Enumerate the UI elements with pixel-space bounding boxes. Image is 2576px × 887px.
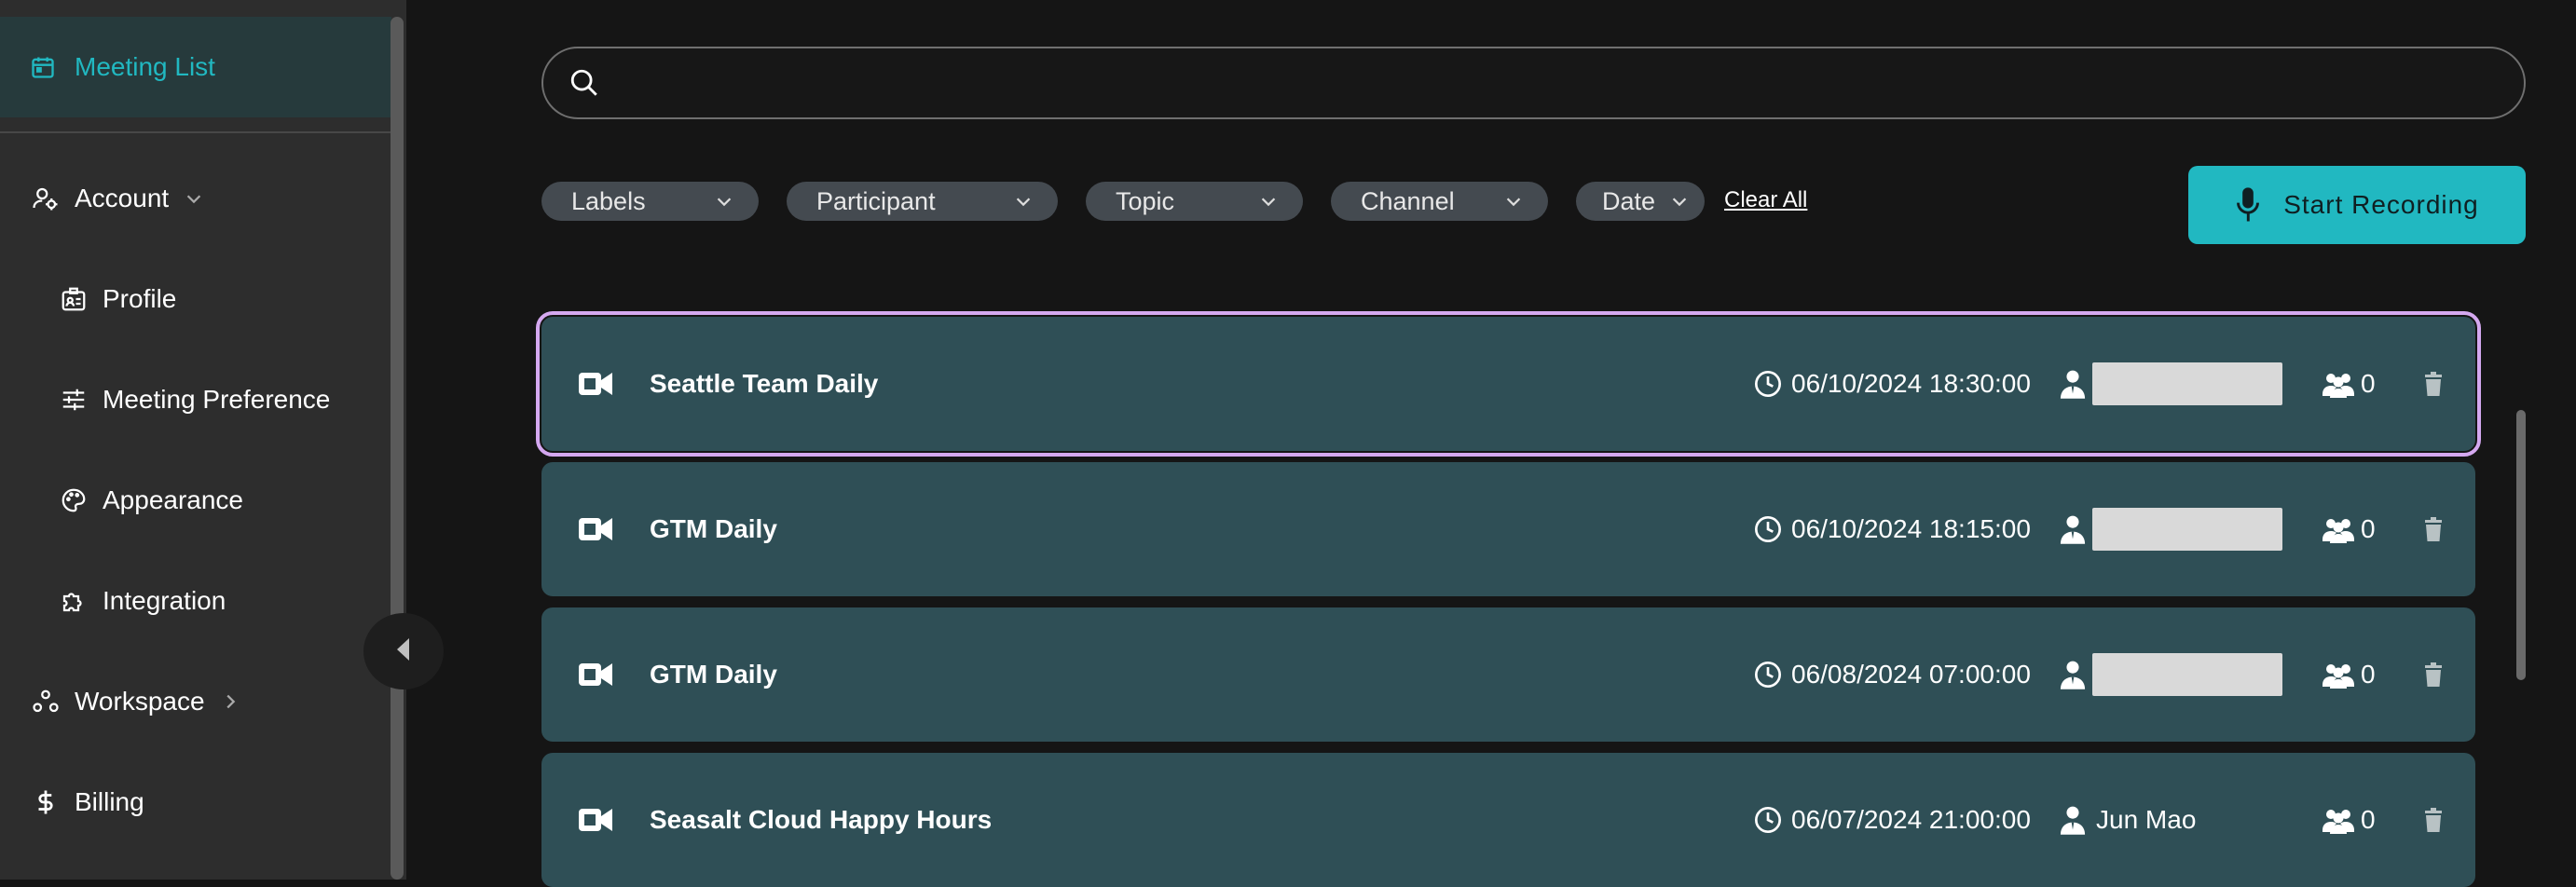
filter-label: Channel: [1361, 186, 1455, 215]
sidebar-divider: [0, 131, 391, 133]
calendar-icon: [30, 53, 58, 81]
filter-topic[interactable]: Topic: [1086, 182, 1303, 221]
clear-all-link[interactable]: Clear All: [1724, 187, 1807, 213]
host-name-redacted: [2092, 362, 2282, 405]
host-name: Jun Mao: [2096, 805, 2197, 834]
participants-icon: [2323, 806, 2354, 834]
meeting-datetime: 06/10/2024 18:15:00: [1791, 514, 2031, 543]
filter-label: Date: [1602, 186, 1656, 215]
search-bar: [541, 47, 2526, 119]
filter-label: Labels: [571, 186, 646, 215]
meeting-title: GTM Daily: [650, 514, 777, 543]
meeting-row[interactable]: GTM Daily 06/08/2024 07:00:00 0: [541, 607, 2475, 742]
microphone-icon: [2235, 186, 2263, 224]
participants-icon: [2323, 370, 2354, 398]
main-scrollbar[interactable]: [2516, 410, 2526, 680]
video-camera-icon: [577, 660, 614, 689]
sidebar-item-label: Billing: [75, 787, 144, 816]
host-icon: [2058, 659, 2088, 690]
sidebar-item-label: Account: [75, 184, 170, 212]
sidebar-item-billing[interactable]: Billing: [30, 786, 144, 818]
sidebar-item-profile[interactable]: Profile: [58, 283, 176, 315]
sidebar: Meeting List Account Profile Meeting Pre…: [0, 0, 406, 880]
chevron-down-icon: [182, 186, 206, 211]
video-camera-icon: [577, 514, 614, 544]
id-card-icon: [58, 283, 89, 315]
meeting-row[interactable]: Seasalt Cloud Happy Hours 06/07/2024 21:…: [541, 753, 2475, 887]
clock-icon: [1753, 514, 1783, 544]
meeting-title: GTM Daily: [650, 660, 777, 689]
puzzle-icon: [58, 585, 89, 617]
sidebar-item-label: Appearance: [103, 485, 244, 514]
filter-labels[interactable]: Labels: [541, 182, 759, 221]
dollar-icon: [30, 786, 62, 818]
meeting-row[interactable]: Seattle Team Daily 06/10/2024 18:30:00 0: [536, 311, 2481, 457]
host-icon: [2058, 804, 2088, 836]
participants-count: 0: [2361, 805, 2376, 834]
user-settings-icon: [30, 183, 62, 214]
delete-icon[interactable]: [2423, 517, 2444, 541]
participants-count: 0: [2361, 369, 2376, 398]
host-icon: [2058, 368, 2088, 400]
chevron-down-icon: [1503, 191, 1524, 212]
search-input[interactable]: [616, 54, 2524, 112]
video-camera-icon: [577, 369, 614, 399]
sidebar-item-label: Meeting Preference: [103, 385, 331, 414]
meeting-datetime: 06/08/2024 07:00:00: [1791, 660, 2031, 689]
meeting-title: Seattle Team Daily: [650, 369, 879, 398]
filter-date[interactable]: Date: [1576, 182, 1705, 221]
delete-icon[interactable]: [2423, 808, 2444, 832]
meeting-datetime: 06/07/2024 21:00:00: [1791, 805, 2031, 834]
sidebar-item-label: Profile: [103, 284, 177, 313]
sidebar-item-workspace[interactable]: Workspace: [30, 686, 242, 717]
meeting-datetime: 06/10/2024 18:30:00: [1791, 369, 2031, 398]
sidebar-item-label: Workspace: [75, 687, 205, 716]
clock-icon: [1753, 805, 1783, 835]
chevron-down-icon: [1669, 191, 1690, 212]
start-recording-label: Start Recording: [2283, 190, 2479, 219]
delete-icon[interactable]: [2423, 662, 2444, 687]
meeting-title: Seasalt Cloud Happy Hours: [650, 805, 993, 834]
participants-icon: [2323, 515, 2354, 543]
filter-label: Participant: [816, 186, 936, 215]
chevron-down-icon: [1258, 191, 1279, 212]
sidebar-scrollbar[interactable]: [391, 17, 404, 880]
clock-icon: [1753, 369, 1783, 399]
host-name-redacted: [2092, 653, 2282, 696]
palette-icon: [58, 484, 89, 516]
meeting-row[interactable]: GTM Daily 06/10/2024 18:15:00 0: [541, 462, 2475, 596]
delete-icon[interactable]: [2423, 372, 2444, 396]
host-name-redacted: [2092, 508, 2282, 551]
sliders-icon: [58, 384, 89, 416]
caret-left-icon: [394, 635, 413, 668]
sidebar-item-account[interactable]: Account: [30, 183, 206, 214]
video-camera-icon: [577, 805, 614, 835]
workspace-icon: [30, 686, 62, 717]
sidebar-item-appearance[interactable]: Appearance: [58, 484, 243, 516]
filter-channel[interactable]: Channel: [1331, 182, 1548, 221]
chevron-down-icon: [714, 191, 734, 212]
sidebar-item-meeting-list[interactable]: Meeting List: [0, 17, 391, 117]
sidebar-item-integration[interactable]: Integration: [58, 585, 226, 617]
host-icon: [2058, 513, 2088, 545]
clock-icon: [1753, 660, 1783, 689]
start-recording-button[interactable]: Start Recording: [2188, 166, 2526, 244]
filter-participant[interactable]: Participant: [787, 182, 1058, 221]
participants-count: 0: [2361, 514, 2376, 543]
participants-count: 0: [2361, 660, 2376, 689]
chevron-down-icon: [1013, 191, 1034, 212]
filter-label: Topic: [1116, 186, 1175, 215]
sidebar-item-meeting-preference[interactable]: Meeting Preference: [58, 384, 330, 416]
participants-icon: [2323, 661, 2354, 689]
sidebar-item-label: Meeting List: [75, 52, 215, 81]
chevron-right-icon: [218, 689, 242, 714]
collapse-sidebar-button[interactable]: [363, 613, 444, 689]
search-icon: [566, 64, 603, 102]
sidebar-item-label: Integration: [103, 586, 226, 615]
